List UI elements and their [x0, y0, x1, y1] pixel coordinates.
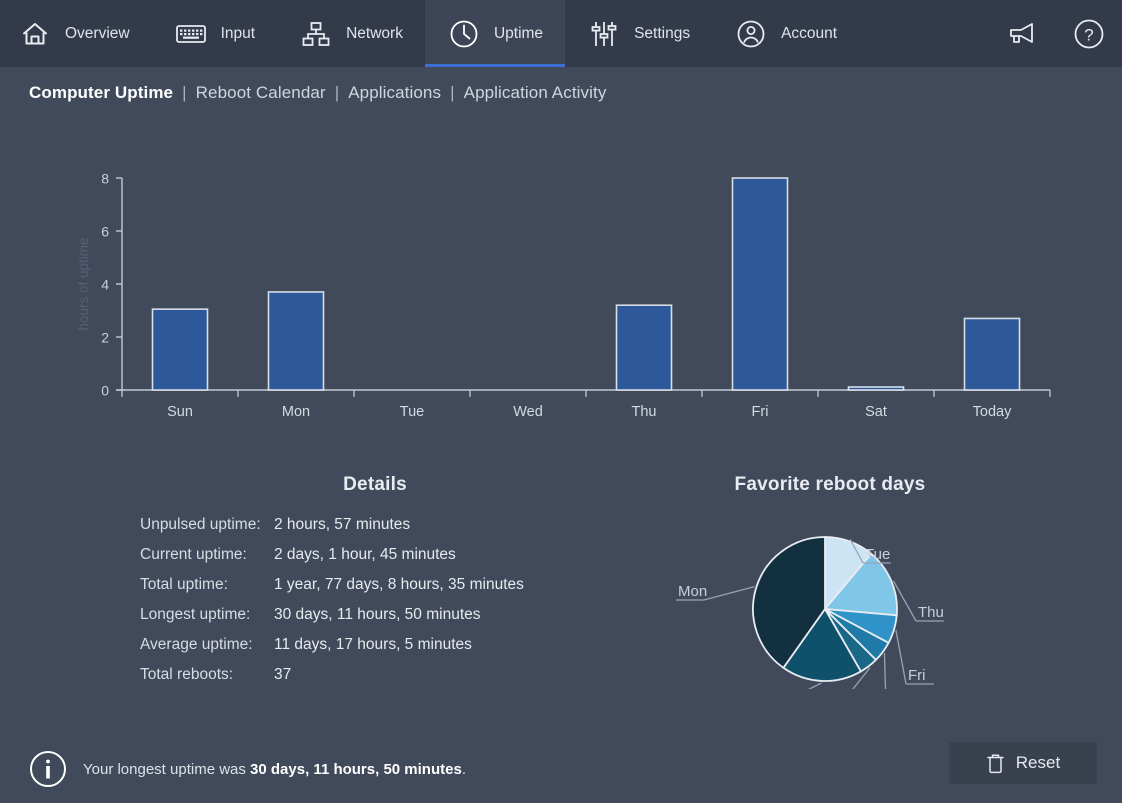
pie-chart-title: Favorite reboot days	[734, 474, 926, 495]
help-button[interactable]: ?	[1056, 0, 1122, 67]
nav-tab-account[interactable]: Account	[712, 0, 859, 67]
pie-chart-area: TueThuFriSatWedSunMon	[660, 504, 1000, 689]
detail-value: 2 hours, 57 minutes	[274, 516, 411, 533]
detail-row-average-uptime: Average uptime: 11 days, 17 hours, 5 min…	[140, 630, 610, 660]
status-text-prefix: Your longest uptime was	[83, 760, 251, 778]
clock-icon	[447, 17, 481, 51]
footer-bar: Your longest uptime was 30 days, 11 hour…	[0, 731, 1122, 803]
detail-value: 2 days, 1 hour, 45 minutes	[274, 546, 456, 563]
svg-text:2: 2	[101, 330, 109, 346]
favorite-reboot-days-panel: Favorite reboot days TueThuFriSatWedSunM…	[660, 474, 1000, 689]
svg-text:?: ?	[1084, 25, 1093, 44]
breadcrumb: Computer Uptime | Reboot Calendar | Appl…	[29, 83, 606, 103]
svg-text:hours of uptime: hours of uptime	[76, 237, 91, 330]
detail-row-current-uptime: Current uptime: 2 days, 1 hour, 45 minut…	[140, 540, 610, 570]
home-icon	[18, 17, 52, 51]
status-text: Your longest uptime was 30 days, 11 hour…	[83, 761, 466, 778]
nav-tab-label: Uptime	[493, 24, 544, 42]
announcements-button[interactable]	[990, 0, 1056, 67]
detail-row-total-reboots: Total reboots: 37	[140, 660, 610, 690]
pie-chart-canvas: TueThuFriSatWedSunMon	[676, 536, 944, 689]
svg-text:Fri: Fri	[752, 404, 769, 420]
nav-tab-label: Settings	[634, 24, 691, 42]
trash-icon	[986, 752, 1005, 774]
nav-tab-input[interactable]: Input	[152, 0, 277, 67]
status-message: Your longest uptime was 30 days, 11 hour…	[28, 749, 466, 789]
top-navigation-bar: Overview Input Network Uptime Settings A…	[0, 0, 1122, 67]
detail-value: 1 year, 77 days, 8 hours, 35 minutes	[274, 576, 524, 593]
svg-text:Thu: Thu	[918, 604, 944, 621]
breadcrumb-separator: |	[182, 83, 187, 102]
nav-tab-overview[interactable]: Overview	[0, 0, 152, 67]
detail-row-unpulsed-uptime: Unpulsed uptime: 2 hours, 57 minutes	[140, 510, 610, 540]
detail-value: 37	[274, 666, 292, 683]
info-circle-icon	[28, 749, 68, 789]
megaphone-icon	[1006, 17, 1040, 51]
detail-label: Average uptime:	[140, 636, 253, 653]
uptime-dashboard: Overview Input Network Uptime Settings A…	[0, 0, 1122, 803]
svg-text:Wed: Wed	[513, 404, 543, 420]
svg-text:Tue: Tue	[400, 404, 424, 420]
subnav-item-application-activity[interactable]: Application Activity	[464, 83, 607, 103]
subnav-item-applications[interactable]: Applications	[348, 83, 441, 103]
svg-text:Today: Today	[973, 404, 1012, 420]
question-circle-icon: ?	[1072, 17, 1106, 51]
detail-value: 11 days, 17 hours, 5 minutes	[274, 636, 472, 653]
nav-tab-label: Overview	[65, 24, 130, 42]
nav-tab-settings[interactable]: Settings	[565, 0, 712, 67]
user-circle-icon	[734, 17, 768, 51]
network-icon	[299, 17, 333, 51]
subnav-item-computer-uptime[interactable]: Computer Uptime	[29, 83, 173, 103]
detail-label: Total reboots:	[140, 666, 234, 683]
detail-label: Unpulsed uptime:	[140, 516, 261, 533]
breadcrumb-separator: |	[334, 83, 340, 102]
detail-label: Total uptime:	[140, 576, 228, 593]
svg-text:Sun: Sun	[167, 404, 193, 420]
bar-chart-canvas: 0 2 4 6 8 hours of uptime Sun Mon Tue Wed Thu Fri Sa…	[76, 171, 1051, 420]
nav-tab-uptime[interactable]: Uptime	[424, 0, 566, 67]
status-text-highlight: 30 days, 11 hours, 50 minutes	[250, 760, 462, 778]
svg-text:8: 8	[101, 171, 109, 187]
reset-button-label: Reset	[1015, 753, 1061, 772]
nav-tab-network[interactable]: Network	[277, 0, 425, 67]
detail-value: 30 days, 11 hours, 50 minutes	[274, 606, 481, 623]
keyboard-icon	[174, 17, 208, 51]
svg-text:Tue: Tue	[865, 546, 890, 563]
details-panel: Details Unpulsed uptime: 2 hours, 57 min…	[140, 474, 610, 690]
svg-text:Sat: Sat	[865, 404, 887, 420]
breadcrumb-separator: |	[450, 83, 455, 102]
detail-row-total-uptime: Total uptime: 1 year, 77 days, 8 hours, …	[140, 570, 610, 600]
svg-text:4: 4	[101, 277, 109, 293]
details-title: Details	[343, 474, 407, 495]
detail-label: Current uptime:	[140, 546, 247, 563]
sliders-icon	[587, 17, 621, 51]
weekly-uptime-bar-chart: 0 2 4 6 8 hours of uptime Sun Mon Tue Wed Thu Fri Sa…	[0, 150, 1122, 420]
svg-text:6: 6	[101, 224, 109, 240]
svg-text:Mon: Mon	[678, 583, 707, 600]
detail-label: Longest uptime:	[140, 606, 251, 623]
nav-tab-label: Network	[346, 24, 403, 42]
svg-text:0: 0	[101, 383, 109, 399]
subnav-item-reboot-calendar[interactable]: Reboot Calendar	[196, 83, 326, 103]
reset-button[interactable]: Reset	[949, 742, 1097, 784]
nav-tab-label: Input	[220, 24, 256, 42]
svg-text:Fri: Fri	[908, 667, 926, 684]
svg-text:Thu: Thu	[632, 404, 657, 420]
status-text-suffix: .	[461, 760, 466, 778]
svg-text:Mon: Mon	[282, 404, 310, 420]
nav-tab-label: Account	[781, 24, 838, 42]
detail-row-longest-uptime: Longest uptime: 30 days, 11 hours, 50 mi…	[140, 600, 610, 630]
